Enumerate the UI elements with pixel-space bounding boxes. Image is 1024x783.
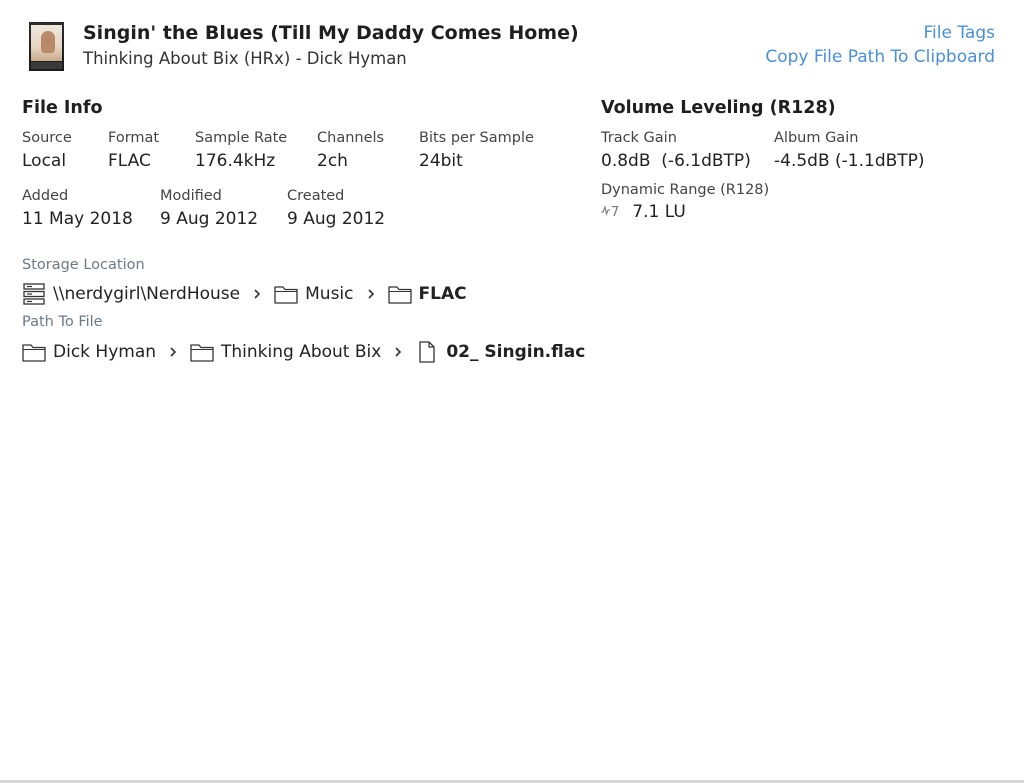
format-field: Format FLAC	[108, 129, 159, 173]
channels-label: Channels	[317, 130, 385, 146]
bits-per-sample-label: Bits per Sample	[419, 130, 534, 146]
format-label: Format	[108, 130, 160, 146]
channels-value: 2ch	[317, 151, 348, 171]
file-info-heading: File Info	[22, 98, 103, 118]
album-gain-label: Album Gain	[774, 130, 859, 146]
folder-icon	[387, 283, 412, 305]
track-gain-label: Track Gain	[601, 130, 677, 146]
file-info-panel: Singin' the Blues (Till My Daddy Comes H…	[0, 0, 1024, 783]
modified-field: Modified 9 Aug 2012	[160, 187, 258, 231]
storage-location-label: Storage Location	[22, 257, 145, 273]
copy-file-path-link[interactable]: Copy File Path To Clipboard	[765, 47, 995, 67]
storage-crumb-label: FLAC	[418, 284, 467, 304]
sample-rate-label: Sample Rate	[195, 130, 288, 146]
dynamic-range-value: 7.1 LU	[632, 202, 686, 222]
chevron-right-icon	[354, 283, 388, 305]
dynamic-range-field: Dynamic Range (R128)	[601, 181, 769, 199]
dynamic-range-label: Dynamic Range (R128)	[601, 182, 770, 198]
waveform-icon	[601, 204, 611, 220]
created-field: Created 9 Aug 2012	[287, 187, 385, 231]
storage-crumb-flac[interactable]: FLAC	[387, 283, 467, 305]
format-value: FLAC	[108, 151, 151, 171]
sample-rate-value: 176.4kHz	[195, 151, 276, 171]
track-gain-field: Track Gain 0.8dB (-6.1dBTP)	[601, 129, 751, 173]
storage-crumb-server[interactable]: \\nerdygirl\NerdHouse	[22, 283, 240, 305]
path-crumb-album[interactable]: Thinking About Bix	[190, 341, 381, 363]
storage-crumb-label: Music	[305, 284, 354, 304]
dynamic-range-badge: 7	[601, 204, 619, 220]
source-label: Source	[22, 130, 72, 146]
path-to-file-label: Path To File	[22, 314, 103, 330]
created-label: Created	[287, 188, 345, 204]
path-crumb-file[interactable]: 02_ Singin.flac	[415, 341, 585, 363]
created-value: 9 Aug 2012	[287, 209, 386, 229]
folder-icon	[22, 341, 46, 363]
bits-per-sample-value: 24bit	[419, 151, 463, 171]
modified-label: Modified	[160, 188, 222, 204]
path-to-file-breadcrumb: Dick Hyman Thinking About Bix 02_ Singin…	[22, 341, 585, 363]
bits-per-sample-field: Bits per Sample 24bit	[419, 129, 534, 173]
added-field: Added 11 May 2018	[22, 187, 133, 231]
server-icon	[22, 283, 46, 305]
dynamic-range-row: 7 7.1 LU	[601, 202, 686, 222]
album-art-thumbnail	[29, 22, 64, 71]
album-gain-value: -4.5dB (-1.1dBTP)	[774, 151, 925, 171]
path-crumb-label: Thinking About Bix	[221, 342, 382, 362]
added-value: 11 May 2018	[22, 209, 133, 229]
storage-crumb-music[interactable]: Music	[274, 283, 354, 305]
album-gain-field: Album Gain -4.5dB (-1.1dBTP)	[774, 129, 925, 173]
sample-rate-field: Sample Rate 176.4kHz	[195, 129, 287, 173]
chevron-right-icon	[240, 283, 274, 305]
chevron-right-icon	[156, 341, 190, 363]
storage-crumb-label: \\nerdygirl\NerdHouse	[53, 284, 241, 304]
folder-icon	[190, 341, 214, 363]
file-tags-link[interactable]: File Tags	[924, 23, 996, 43]
added-label: Added	[22, 188, 69, 204]
dynamic-range-badge-value: 7	[611, 204, 620, 220]
track-title: Singin' the Blues (Till My Daddy Comes H…	[83, 22, 579, 44]
path-crumb-label: 02_ Singin.flac	[446, 342, 586, 362]
channels-field: Channels 2ch	[317, 129, 384, 173]
storage-location-breadcrumb: \\nerdygirl\NerdHouse Music FLAC	[22, 283, 467, 305]
file-icon	[415, 341, 439, 363]
source-value: Local	[22, 151, 67, 171]
track-subtitle: Thinking About Bix (HRx) - Dick Hyman	[83, 49, 407, 68]
source-field: Source Local	[22, 129, 72, 173]
track-gain-value: 0.8dB (-6.1dBTP)	[601, 151, 751, 171]
path-crumb-artist[interactable]: Dick Hyman	[22, 341, 156, 363]
volume-leveling-heading: Volume Leveling (R128)	[601, 98, 836, 118]
chevron-right-icon	[381, 341, 415, 363]
modified-value: 9 Aug 2012	[160, 209, 259, 229]
path-crumb-label: Dick Hyman	[53, 342, 157, 362]
folder-icon	[274, 283, 298, 305]
